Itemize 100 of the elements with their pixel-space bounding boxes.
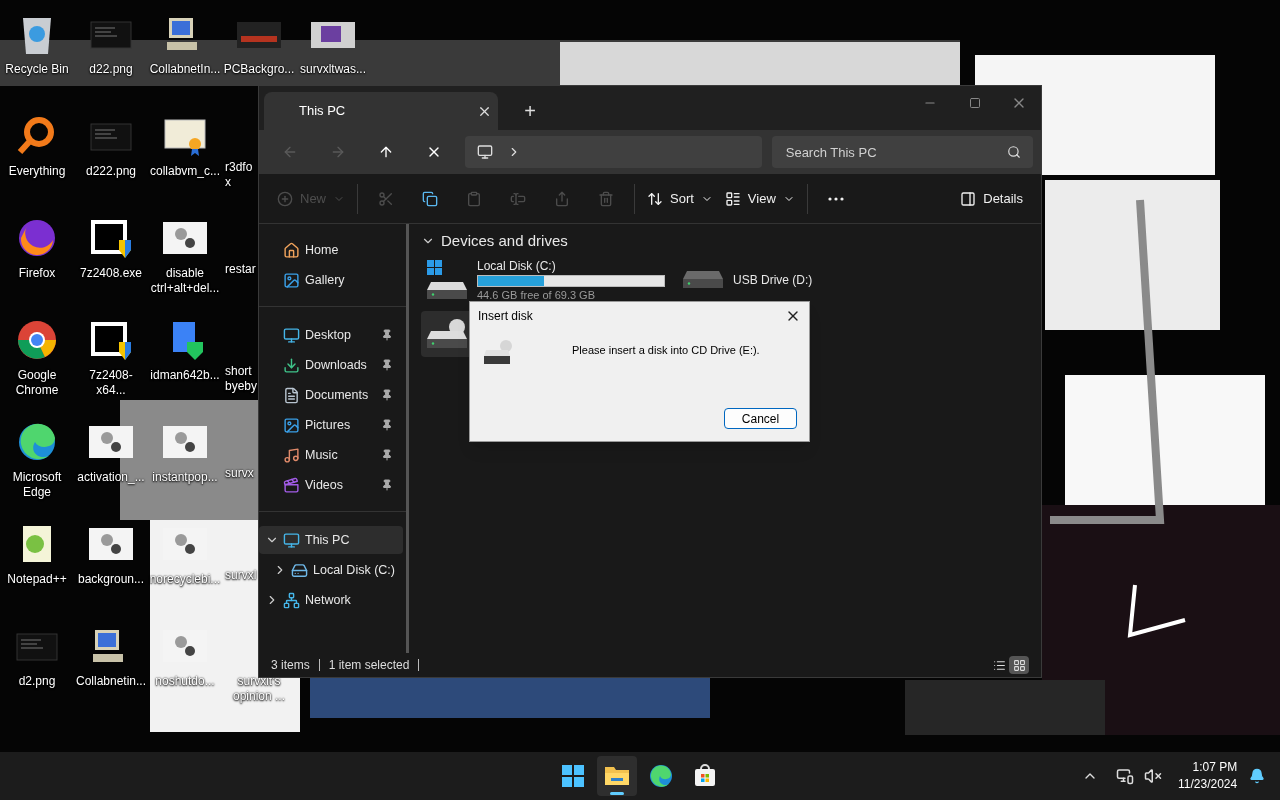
notification-icon[interactable] [1249,768,1266,784]
icon-label[interactable]: Everything [6,164,68,179]
icon-label[interactable]: survxlt's opinion ... [222,674,296,704]
tab[interactable]: This PC [264,92,498,130]
network-icon [283,591,300,609]
nav-label: Music [305,446,338,464]
side-panel-icon [960,190,977,207]
icon-label[interactable]: backgroun... [75,572,146,587]
icon-label[interactable]: 7z2408.exe [77,266,145,281]
drive-icon [681,270,725,289]
icon-label[interactable]: Notepad++ [5,572,69,587]
maximize-icon[interactable] [969,97,981,109]
videos-icon [283,476,300,494]
nav-item[interactable]: Documents [259,381,403,409]
drive-icon [425,318,469,349]
icon-label[interactable]: Microsoft Edge [0,470,74,500]
muted-speaker-icon[interactable] [1144,767,1162,785]
nav-label: Local Disk (C:) [313,561,395,579]
icon-label[interactable]: d222.png [83,164,139,179]
plus-icon [277,190,293,207]
icon-label[interactable]: CollabnetIn... [147,62,223,77]
sort-button[interactable]: Sort [641,180,719,217]
icon-label[interactable]: Recycle Bin [3,62,71,77]
grid-icon [1012,658,1026,672]
icon-label[interactable]: collabvm_c... [148,164,222,179]
nav-item[interactable]: Videos [259,471,403,499]
free-space: 44.6 GB free of 69.3 GB [477,288,596,301]
share-icon [554,190,570,207]
icon-label[interactable]: activation_... [75,470,147,485]
new-tab-button[interactable]: + [510,92,550,130]
nav-label: Home [305,241,339,259]
drive-icon [482,338,512,366]
nav-item[interactable]: Network [259,586,403,614]
nav-item[interactable]: Gallery [259,266,403,294]
nav-label: Pictures [305,416,351,434]
icon-label[interactable]: survxl [225,568,258,583]
nav-label: Desktop [305,326,351,344]
nav-label: Documents [305,386,369,404]
trash-icon [598,190,614,207]
icon-label[interactable]: noshutdo... [153,674,217,689]
documents-icon [283,386,300,404]
search-icon [1007,145,1021,159]
nav-label: Videos [305,476,343,494]
icon-label[interactable]: short byeby [225,364,258,394]
icon-label[interactable]: 7z2408-x64... [74,368,148,398]
nav-label: This PC [305,531,350,549]
taskbar-button[interactable] [597,756,637,796]
clock[interactable]: 1:07 PM 11/23/2024 [1178,759,1238,793]
icon-label[interactable]: restar [225,262,258,277]
music-icon [283,446,300,464]
list-layout-icon [724,190,741,207]
pc-icon [283,531,300,549]
store-bag-icon [693,764,717,788]
nav-item[interactable]: Pictures [259,411,403,439]
drive-tile[interactable]: USB Drive (D:) [677,256,933,303]
icon-label[interactable]: r3dfox [225,160,258,190]
pictures-icon [283,416,300,434]
item-count: 3 items [271,657,310,674]
cancel-button[interactable]: Cancel [724,408,797,429]
system-drive-icon [425,259,469,300]
section-title: Devices and drives [441,231,568,251]
list-icon [992,658,1006,672]
sort-arrows-icon [647,190,663,207]
nav-label: Downloads [305,356,367,374]
browser-logo-icon [15,318,59,362]
computer-icon [476,144,493,160]
downloads-icon [283,356,300,374]
icon-label[interactable]: disable ctrl+alt+del... [148,266,222,296]
home-icon [283,241,300,259]
rename-icon [510,190,526,207]
icon-label[interactable]: Firefox [16,266,58,281]
drive-name: Local Disk (C:) [477,258,557,273]
icon-label[interactable]: idman642b... [148,368,222,383]
nav-item[interactable]: Downloads [259,351,403,379]
icon-label[interactable]: d22.png [87,62,135,77]
folder-icon [604,764,630,788]
nav-item[interactable]: Home [259,236,403,264]
tiles-view-button[interactable] [1009,656,1029,674]
copy-icon [422,190,438,207]
dialog-message: Please insert a disk into CD Drive (E:). [572,343,760,358]
nav-item[interactable]: Music [259,441,403,469]
nav-item[interactable]: Local Disk (C:) [259,556,403,584]
search-field[interactable]: Search This PC [771,136,1033,168]
drive-tile[interactable]: Local Disk (C:) 44.6 GB free of 69.3 GB [421,256,677,303]
more-icon [827,196,844,201]
network-icon[interactable] [1116,767,1134,785]
icon-label[interactable]: d2.png [16,674,58,689]
nav-label: Network [305,591,351,609]
browser-logo-icon [649,764,673,788]
icon-label[interactable]: Google Chrome [0,368,74,398]
nav-item[interactable]: This PC [259,526,403,554]
start-icon [561,764,585,788]
scissors-icon [378,190,394,207]
icon-label[interactable]: survxltwas... [298,62,368,77]
nav-item[interactable]: Desktop [259,321,403,349]
desktop-icon [283,326,300,344]
view-button[interactable]: View [718,180,801,217]
icon-label[interactable]: PCBackgro... [221,62,297,77]
icon-label[interactable]: Collabnetin... [74,674,149,689]
details-button[interactable]: Details [954,180,1029,217]
